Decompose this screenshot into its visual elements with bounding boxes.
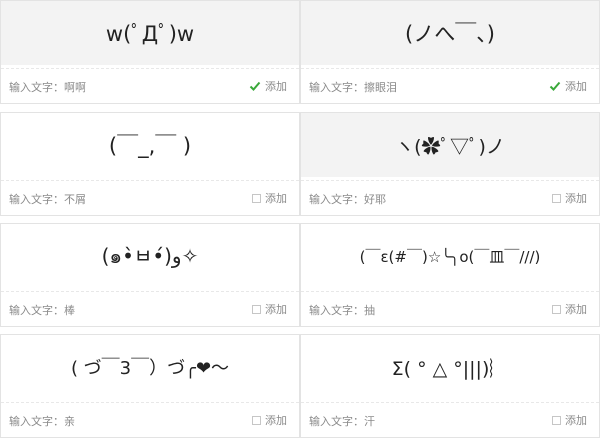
checkbox-checked-icon[interactable] [249, 80, 261, 92]
emoticon-card[interactable]: (￣ε(#￣)☆╰╮o(￣皿￣///) 输入文字：抽 添加 [300, 223, 600, 327]
add-button[interactable]: 添加 [252, 412, 287, 428]
caption: 输入文字：汗 [309, 413, 375, 429]
emoticon-face: Σ( ° △ °|||)︴ [391, 357, 509, 380]
caption-value: 棒 [64, 304, 75, 317]
emoticon-card[interactable]: (￣_,￣ ) 输入文字：不屑 添加 [0, 112, 300, 216]
caption-prefix: 输入文字： [309, 304, 364, 317]
caption: 输入文字：不屑 [9, 191, 86, 207]
caption-prefix: 输入文字： [9, 415, 64, 428]
add-button[interactable]: 添加 [552, 190, 587, 206]
emoticon-face: w(ﾟДﾟ)w [1, 1, 299, 65]
add-label: 添加 [565, 80, 587, 93]
caption: 输入文字：抽 [309, 302, 375, 318]
caption-prefix: 输入文字： [309, 81, 364, 94]
card-footer: 输入文字：亲 添加 [1, 402, 299, 437]
caption-prefix: 输入文字： [309, 415, 364, 428]
card-footer: 输入文字：汗 添加 [301, 402, 599, 437]
card-footer: 输入文字：棒 添加 [1, 291, 299, 326]
caption: 输入文字：擦眼泪 [309, 79, 397, 95]
caption: 输入文字：棒 [9, 302, 75, 318]
add-button[interactable]: 添加 [549, 78, 587, 94]
checkbox-empty-icon[interactable] [552, 193, 561, 203]
add-label: 添加 [565, 414, 587, 427]
emoticon-card[interactable]: Σ( ° △ °|||)︴ 输入文字：汗 添加 [300, 334, 600, 438]
emoticon-card[interactable]: ( づ￣3￣）づ╭❤～ 输入文字：亲 添加 [0, 334, 300, 438]
card-footer: 输入文字：擦眼泪 添加 [301, 68, 599, 103]
card-footer: 输入文字：不屑 添加 [1, 180, 299, 215]
card-footer: 输入文字：好耶 添加 [301, 180, 599, 215]
checkbox-empty-icon[interactable] [252, 415, 261, 425]
add-button[interactable]: 添加 [249, 78, 287, 94]
add-button[interactable]: 添加 [552, 412, 587, 428]
emoticon-face: ( づ￣3￣）づ╭❤～ [70, 358, 230, 379]
caption: 输入文字：啊啊 [9, 79, 86, 95]
emoticon-face: (ノへ￣、) [301, 1, 599, 65]
checkbox-empty-icon[interactable] [552, 304, 561, 314]
checkbox-empty-icon[interactable] [252, 193, 261, 203]
add-button[interactable]: 添加 [552, 301, 587, 317]
emoticon-face: ヽ(✿ﾟ▽ﾟ)ノ [301, 113, 599, 177]
emoticon-card[interactable]: ヽ(✿ﾟ▽ﾟ)ノ 输入文字：好耶 添加 [300, 112, 600, 216]
add-label: 添加 [265, 414, 287, 427]
caption: 输入文字：好耶 [309, 191, 386, 207]
caption: 输入文字：亲 [9, 413, 75, 429]
add-label: 添加 [265, 192, 287, 205]
caption-value: 抽 [364, 304, 375, 317]
checkbox-checked-icon[interactable] [549, 80, 561, 92]
caption-value: 汗 [364, 415, 375, 428]
checkbox-empty-icon[interactable] [552, 415, 561, 425]
add-label: 添加 [265, 80, 287, 93]
emoticon-face: (๑•̀ㅂ•́)و✧ [101, 244, 199, 268]
caption-value: 好耶 [364, 193, 386, 206]
card-footer: 输入文字：抽 添加 [301, 291, 599, 326]
checkbox-empty-icon[interactable] [252, 304, 261, 314]
caption-value: 不屑 [64, 193, 86, 206]
add-label: 添加 [265, 303, 287, 316]
caption-value: 擦眼泪 [364, 81, 397, 94]
caption-prefix: 输入文字： [9, 193, 64, 206]
caption-prefix: 输入文字： [9, 81, 64, 94]
emoticon-face: (￣ε(#￣)☆╰╮o(￣皿￣///) [359, 247, 541, 266]
emoticon-card[interactable]: (ノへ￣、) 输入文字：擦眼泪 添加 [300, 0, 600, 104]
card-footer: 输入文字：啊啊 添加 [1, 68, 299, 103]
caption-prefix: 输入文字： [9, 304, 64, 317]
caption-prefix: 输入文字： [309, 193, 364, 206]
emoticon-card[interactable]: w(ﾟДﾟ)w 输入文字：啊啊 添加 [0, 0, 300, 104]
caption-value: 亲 [64, 415, 75, 428]
emoticon-card[interactable]: (๑•̀ㅂ•́)و✧ 输入文字：棒 添加 [0, 223, 300, 327]
emoticon-face: (￣_,￣ ) [108, 134, 192, 158]
caption-value: 啊啊 [64, 81, 86, 94]
add-button[interactable]: 添加 [252, 301, 287, 317]
add-label: 添加 [565, 192, 587, 205]
add-button[interactable]: 添加 [252, 190, 287, 206]
add-label: 添加 [565, 303, 587, 316]
